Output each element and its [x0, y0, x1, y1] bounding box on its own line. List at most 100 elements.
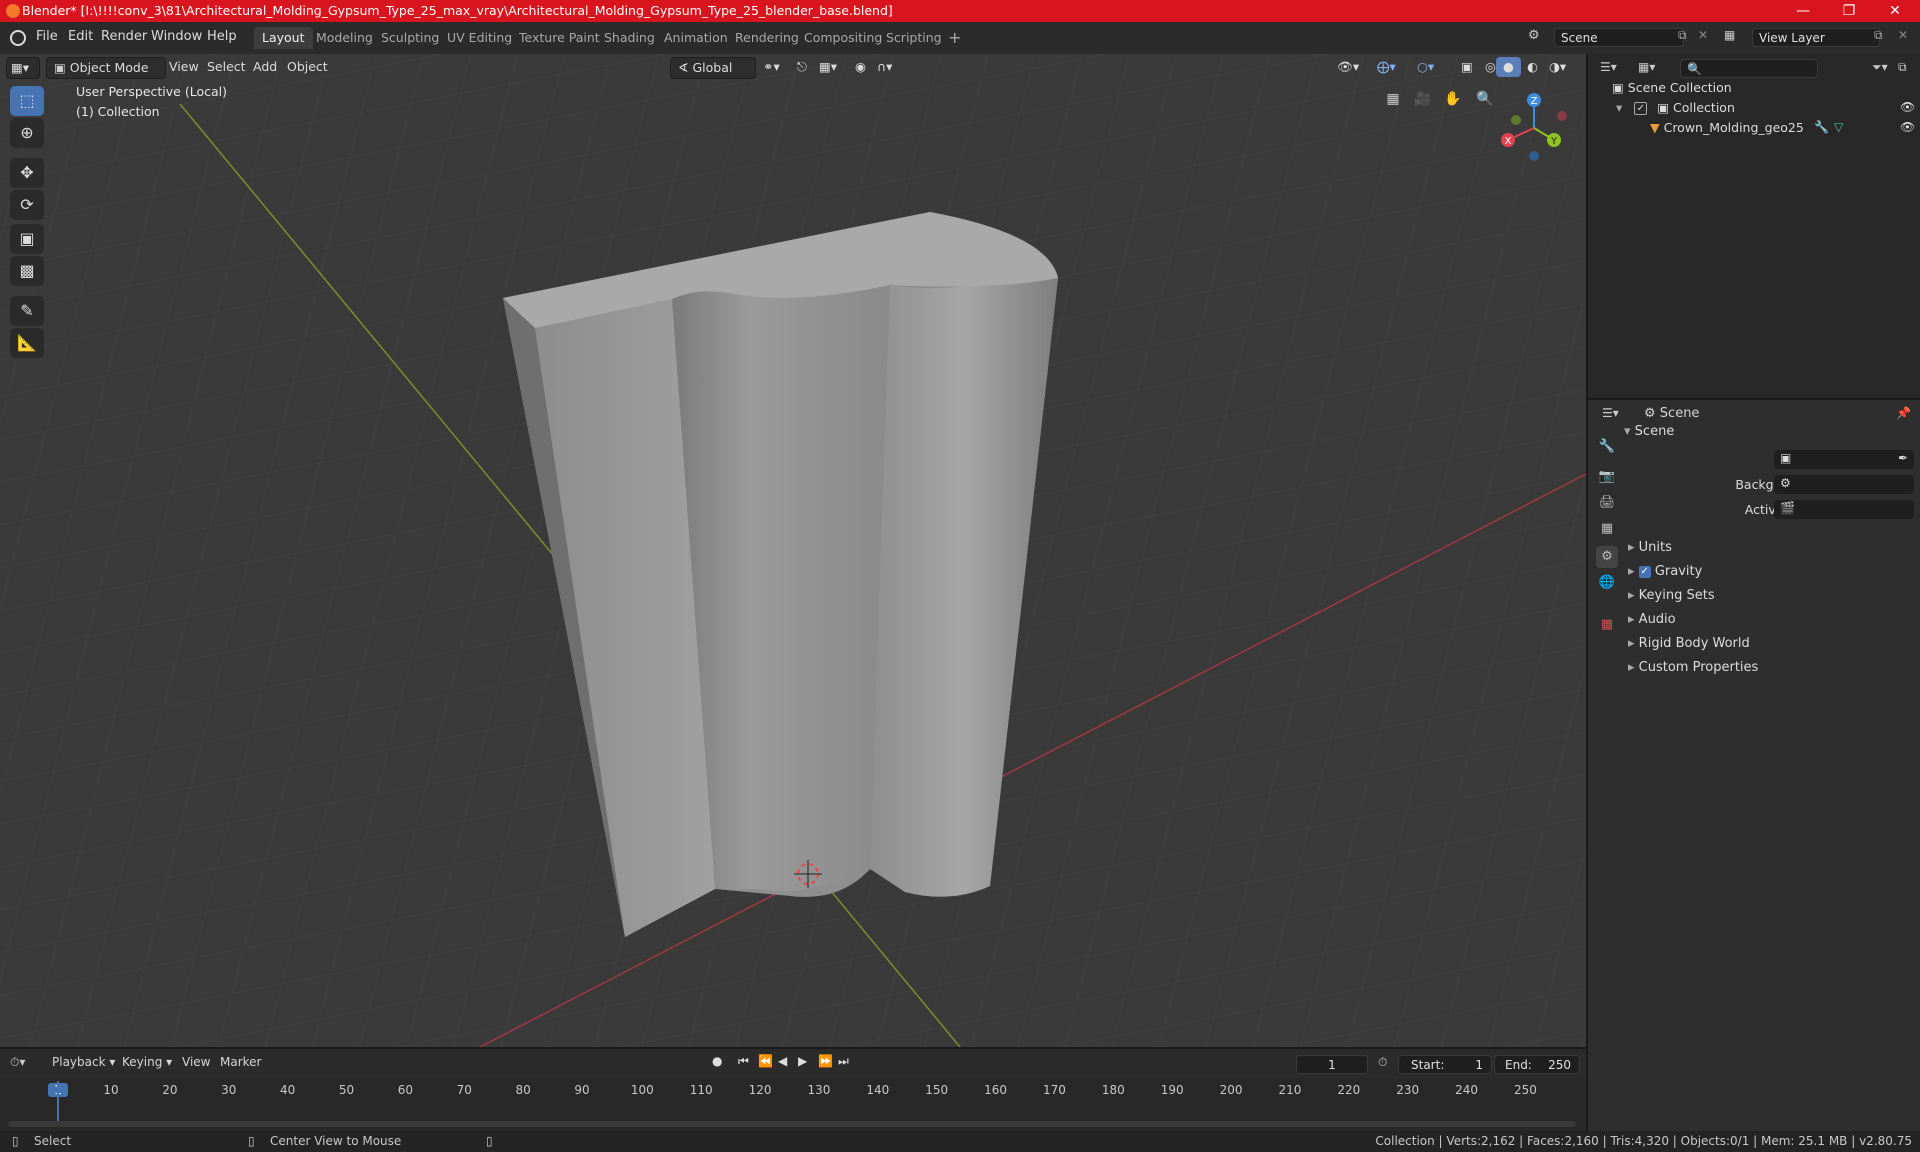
new-view-layer-icon[interactable]: ⧉ [1874, 28, 1883, 43]
3d-viewport[interactable]: ▦▾ ▣ Object Mode View Select Add Object … [0, 54, 1586, 1047]
pin-icon[interactable]: 📌 [1896, 406, 1911, 420]
object-visibility-icon[interactable]: 👁 [1900, 120, 1915, 134]
timeline-scrollbar[interactable] [8, 1121, 1576, 1127]
delete-view-layer-icon[interactable]: ✕ [1898, 28, 1908, 42]
snap-icon[interactable]: ⎋ [790, 57, 814, 77]
menu-edit[interactable]: Edit [68, 29, 93, 44]
tab-sculpting[interactable]: Sculpting [373, 27, 447, 49]
new-collection-icon[interactable]: ⧉ [1898, 60, 1907, 75]
menu-select[interactable]: Select [200, 57, 253, 77]
section-units[interactable]: ▸ Units [1628, 536, 1672, 560]
display-mode-icon[interactable]: ▦▾ [1638, 60, 1655, 74]
solid-shading-icon[interactable]: ● [1496, 57, 1521, 77]
menu-window[interactable]: Window [151, 29, 202, 44]
texture-tab-icon[interactable]: ▦ [1596, 614, 1618, 636]
mesh-data-icon[interactable]: ▽ [1834, 120, 1843, 134]
section-rigid-body-world[interactable]: ▸ Rigid Body World [1628, 632, 1750, 656]
close-icon[interactable]: ✕ [1872, 0, 1918, 22]
cursor-tool-icon[interactable]: ⊕ [10, 118, 44, 148]
tab-compositing[interactable]: Compositing [796, 27, 890, 49]
section-custom-properties[interactable]: ▸ Custom Properties [1628, 656, 1758, 680]
blender-menu-icon[interactable] [10, 30, 26, 46]
timeline-tick-label: 10 [103, 1083, 119, 1097]
snap-target-icon[interactable]: ▦▾ [812, 57, 844, 77]
visibility-icon[interactable]: 👁▾ [1330, 57, 1366, 77]
tab-shading[interactable]: Shading [596, 27, 663, 49]
expand-arrow-icon[interactable]: ▾ [1616, 100, 1622, 115]
tab-scripting[interactable]: Scripting [878, 27, 950, 49]
world-tab-icon[interactable]: 🌐 [1596, 572, 1618, 594]
rendered-shading-icon[interactable]: ◑▾ [1542, 57, 1573, 77]
scene-panel-header[interactable]: ▾ Scene [1624, 420, 1674, 444]
filter-icon[interactable]: ⏷▾ [1872, 60, 1888, 75]
tab-layout[interactable]: Layout [254, 27, 313, 49]
background-scene-field[interactable]: ⚙ [1774, 475, 1914, 494]
zoom-icon[interactable]: 🔍 [1472, 86, 1498, 112]
camera-view-icon[interactable]: 🎥 [1410, 86, 1436, 112]
timeline-tick-label: 80 [515, 1083, 531, 1097]
render-tab-icon[interactable]: 📷 [1596, 466, 1618, 488]
delete-scene-icon[interactable]: ✕ [1698, 28, 1708, 42]
collection-visibility-icon[interactable]: 👁 [1900, 100, 1915, 114]
transform-tool-icon[interactable]: ▩ [10, 256, 44, 286]
new-scene-icon[interactable]: ⧉ [1678, 28, 1687, 43]
scene-collection-label: Scene Collection [1627, 80, 1732, 95]
section-gravity[interactable]: ▸ ✓ Gravity [1628, 560, 1702, 584]
section-audio-label: Audio [1638, 612, 1676, 627]
falloff-icon[interactable]: ∩▾ [870, 57, 899, 77]
move-tool-icon[interactable]: ✥ [10, 158, 44, 188]
active-movie-clip-field[interactable]: 🎬 [1774, 500, 1914, 519]
annotate-tool-icon[interactable]: ✎ [10, 296, 44, 326]
properties-editor-icon[interactable]: ☰▾ [1602, 406, 1619, 420]
overlay-icon[interactable]: ○▾ [1410, 57, 1441, 77]
scale-tool-icon[interactable]: ▣ [10, 224, 44, 254]
add-workspace-icon[interactable]: + [940, 27, 969, 49]
tab-rendering[interactable]: Rendering [727, 27, 807, 49]
maximize-icon[interactable]: ❐ [1826, 0, 1872, 22]
minimize-icon[interactable]: — [1780, 0, 1826, 22]
gizmo-icon[interactable]: ⨁▾ [1370, 57, 1403, 77]
transform-orientation[interactable]: ∢ Global [670, 57, 756, 79]
output-tab-icon[interactable]: 🖨 [1596, 492, 1618, 514]
outliner-search-input[interactable]: 🔍 [1680, 59, 1818, 78]
menu-render[interactable]: Render [101, 29, 147, 44]
tab-uv-editing[interactable]: UV Editing [439, 27, 520, 49]
scene-tab-icon[interactable]: ⚙ [1596, 546, 1618, 568]
modifier-icon[interactable]: 🔧 [1814, 120, 1829, 134]
section-keying-sets[interactable]: ▸ Keying Sets [1628, 584, 1715, 608]
tree-row-object[interactable]: ▼ Crown_Molding_geo25 [1650, 118, 1804, 138]
tab-texture-paint[interactable]: Texture Paint [511, 27, 608, 49]
tree-row-scene-collection[interactable]: ▣ Scene Collection [1612, 78, 1732, 98]
expand-arrow-icon: ▸ [1628, 588, 1639, 603]
outliner-editor-icon[interactable]: ☰▾ [1600, 60, 1617, 74]
xray-icon[interactable]: ▣ [1454, 57, 1480, 77]
view-layer-selector[interactable]: View Layer [1752, 28, 1880, 47]
measure-tool-icon[interactable]: 📐 [10, 328, 44, 358]
tab-animation[interactable]: Animation [656, 27, 736, 49]
pivot-point-icon[interactable]: ⚭▾ [756, 57, 787, 77]
editor-type-icon[interactable]: ▦▾ [6, 57, 40, 79]
mode-selector[interactable]: ▣ Object Mode [46, 57, 166, 79]
view-layer-tab-icon[interactable]: ▦ [1596, 518, 1618, 540]
menu-help[interactable]: Help [207, 29, 237, 44]
navigation-gizmo[interactable]: Z Y X [1496, 88, 1568, 166]
tree-row-collection[interactable]: ▾ ✓ ▣ Collection [1616, 98, 1916, 118]
gravity-checkbox[interactable]: ✓ [1638, 565, 1651, 578]
menu-object[interactable]: Object [280, 57, 335, 77]
camera-field[interactable]: ▣ ✒ [1774, 450, 1914, 469]
scene-selector[interactable]: Scene [1554, 28, 1684, 47]
select-box-tool-icon[interactable]: ⬚ [10, 86, 44, 116]
pan-hand-icon[interactable]: ✋ [1440, 86, 1466, 112]
scene-props-icon: ⚙ [1644, 406, 1660, 421]
section-audio[interactable]: ▸ Audio [1628, 608, 1676, 632]
status-select: Select [34, 1134, 72, 1148]
menu-file[interactable]: File [36, 29, 58, 44]
tab-modeling[interactable]: Modeling [308, 27, 381, 49]
rotate-tool-icon[interactable]: ⟳ [10, 190, 44, 220]
grid-view-icon[interactable]: ▦ [1380, 86, 1406, 112]
tool-tab-icon[interactable]: 🔧 [1596, 436, 1618, 458]
collection-checkbox[interactable]: ✓ [1634, 102, 1648, 115]
scene-icon: ⚙ [1528, 28, 1540, 43]
eyedropper-icon[interactable]: ✒ [1898, 451, 1908, 465]
menu-add[interactable]: Add [246, 57, 284, 77]
